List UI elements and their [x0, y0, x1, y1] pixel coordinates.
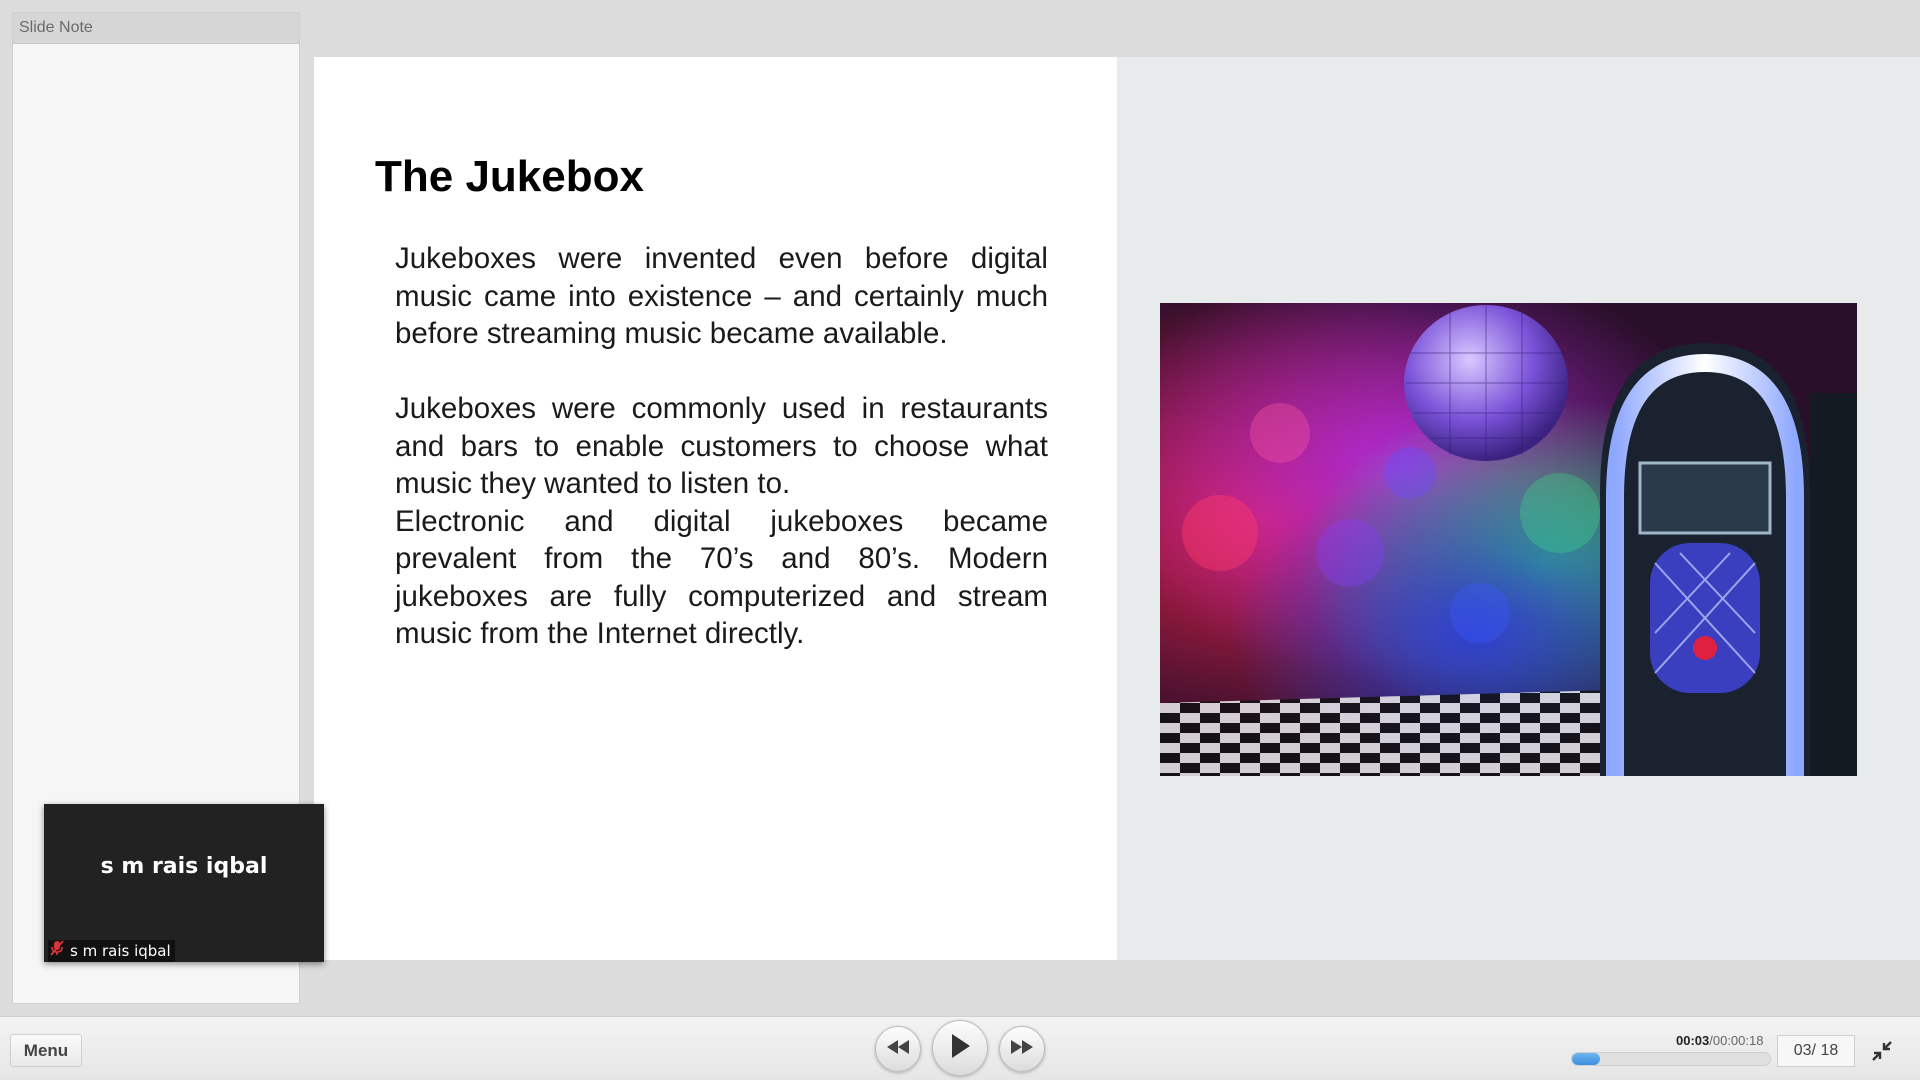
stage-top-margin — [314, 0, 1920, 57]
time-display: 00:03/00:00:18 — [1676, 1033, 1763, 1048]
collapse-button[interactable] — [1870, 1039, 1894, 1063]
muted-mic-icon — [50, 940, 64, 962]
presenter-tag: s m rais iqbal — [48, 940, 175, 962]
slide-paragraph: Jukeboxes were commonly used in restaura… — [395, 392, 1048, 500]
play-button[interactable] — [932, 1020, 988, 1076]
presenter-video: s m rais iqbal s m rais iqbal — [44, 804, 324, 962]
page-indicator[interactable]: 03/ 18 — [1777, 1035, 1855, 1067]
presenter-tag-label: s m rais iqbal — [70, 942, 171, 960]
slide-paragraph: Electronic and digital jukeboxes became … — [395, 504, 1048, 651]
slide-note-header: Slide Note — [13, 13, 299, 44]
progress-fill — [1572, 1053, 1600, 1065]
presenter-name: s m rais iqbal — [100, 854, 268, 879]
play-icon — [949, 1033, 971, 1064]
rewind-button[interactable] — [875, 1026, 921, 1072]
stage-bottom-margin — [314, 960, 1920, 1016]
fast-forward-icon — [1010, 1039, 1034, 1060]
jukebox-image — [1160, 303, 1857, 776]
slide-title: The Jukebox — [375, 152, 644, 201]
player-toolbar: Menu 00:03/00:00:18 03/ 18 — [0, 1016, 1920, 1080]
progress-bar[interactable] — [1571, 1052, 1771, 1066]
time-total: /00:00:18 — [1709, 1033, 1764, 1048]
collapse-icon — [1870, 1041, 1894, 1067]
slide-body-text: Jukeboxes were invented even before digi… — [395, 240, 1048, 653]
rewind-icon — [886, 1039, 910, 1060]
fast-forward-button[interactable] — [999, 1026, 1045, 1072]
menu-button[interactable]: Menu — [10, 1034, 82, 1067]
slide-paragraph: Jukeboxes were invented even before digi… — [395, 242, 1048, 350]
slide: The Jukebox Jukeboxes were invented even… — [314, 57, 1920, 960]
time-current: 00:03 — [1676, 1033, 1710, 1048]
